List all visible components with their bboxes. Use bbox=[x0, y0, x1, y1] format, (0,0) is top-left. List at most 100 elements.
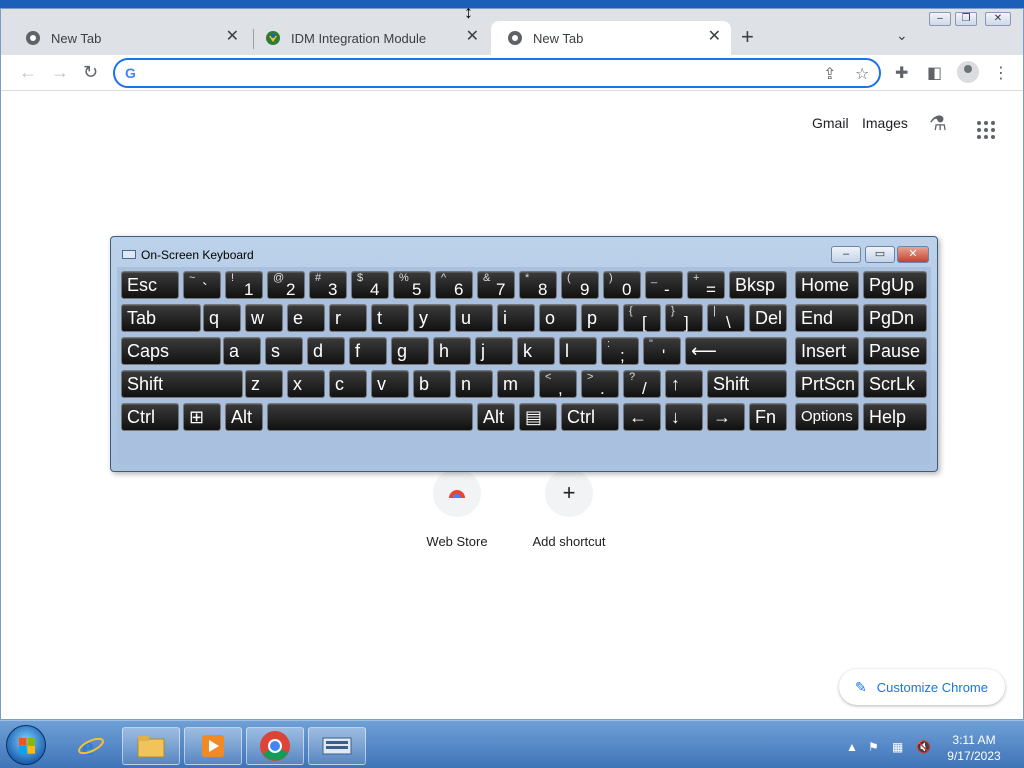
volume-muted-icon[interactable]: 🔇 bbox=[916, 740, 931, 754]
key[interactable]: Fn bbox=[749, 403, 787, 431]
key[interactable]: PgDn bbox=[863, 304, 927, 332]
key[interactable]: d bbox=[307, 337, 345, 365]
new-tab-button[interactable]: + bbox=[741, 26, 754, 48]
key[interactable]: Ctrl bbox=[121, 403, 179, 431]
key[interactable]: _ - bbox=[645, 271, 683, 299]
close-window-button[interactable]: ✕ bbox=[985, 12, 1011, 26]
apps-grid-icon[interactable] bbox=[977, 121, 995, 139]
key[interactable]: h bbox=[433, 337, 471, 365]
key[interactable]: → bbox=[707, 403, 745, 431]
key[interactable]: ~ ` bbox=[183, 271, 221, 299]
side-panel-icon[interactable]: ◧ bbox=[927, 63, 942, 83]
on-screen-keyboard-taskbar-icon[interactable] bbox=[308, 727, 366, 765]
key[interactable]: Shift bbox=[707, 370, 787, 398]
key[interactable]: $4 bbox=[351, 271, 389, 299]
key[interactable]: l bbox=[559, 337, 597, 365]
close-tab-icon[interactable]: ✕ bbox=[708, 29, 721, 45]
key[interactable]: ↑ bbox=[665, 370, 703, 398]
tab-new-tab-active[interactable]: New Tab ✕ bbox=[491, 21, 731, 55]
close-tab-icon[interactable]: ✕ bbox=[466, 29, 479, 45]
key[interactable]: Insert bbox=[795, 337, 859, 365]
key[interactable]: j bbox=[475, 337, 513, 365]
key[interactable]: :; bbox=[601, 337, 639, 365]
key[interactable]: Esc bbox=[121, 271, 179, 299]
key[interactable]: ! 1 bbox=[225, 271, 263, 299]
back-arrow-icon[interactable]: ← bbox=[19, 62, 37, 82]
key[interactable]: * 8 bbox=[519, 271, 557, 299]
key[interactable]: x bbox=[287, 370, 325, 398]
key[interactable]: Ctrl bbox=[561, 403, 619, 431]
reload-icon[interactable]: ↻ bbox=[83, 62, 98, 82]
key[interactable]: e bbox=[287, 304, 325, 332]
chevron-down-icon[interactable]: ⌄ bbox=[896, 27, 908, 44]
extensions-icon[interactable]: ✚ bbox=[895, 63, 908, 83]
key[interactable]: c bbox=[329, 370, 367, 398]
key[interactable]: y bbox=[413, 304, 451, 332]
key[interactable]: z bbox=[245, 370, 283, 398]
key[interactable]: ▤ bbox=[519, 403, 557, 431]
shortcut-web-store[interactable]: Web Store bbox=[407, 469, 507, 549]
key[interactable]: }] bbox=[665, 304, 703, 332]
media-player-icon[interactable] bbox=[184, 727, 242, 765]
key[interactable]: End bbox=[795, 304, 859, 332]
tab-new-tab-1[interactable]: New Tab ✕ bbox=[9, 21, 249, 55]
key[interactable]: ? / bbox=[623, 370, 661, 398]
key[interactable] bbox=[267, 403, 473, 431]
close-tab-icon[interactable]: ✕ bbox=[226, 29, 239, 45]
key[interactable]: PgUp bbox=[863, 271, 927, 299]
key[interactable]: Shift bbox=[121, 370, 243, 398]
key[interactable]: f bbox=[349, 337, 387, 365]
omnibox-input[interactable] bbox=[147, 63, 807, 83]
key[interactable]: >. bbox=[581, 370, 619, 398]
key[interactable]: (9 bbox=[561, 271, 599, 299]
key[interactable]: b bbox=[413, 370, 451, 398]
key[interactable]: #3 bbox=[309, 271, 347, 299]
star-icon[interactable]: ☆ bbox=[855, 64, 869, 84]
key[interactable]: o bbox=[539, 304, 577, 332]
forward-arrow-icon[interactable]: → bbox=[51, 62, 69, 82]
labs-icon[interactable]: ⚗ bbox=[929, 111, 947, 136]
key[interactable]: | \ bbox=[707, 304, 745, 332]
osk-minimize-button[interactable]: – bbox=[831, 246, 861, 263]
gmail-link[interactable]: Gmail bbox=[812, 115, 849, 131]
network-icon[interactable]: ▦ bbox=[892, 740, 903, 754]
file-explorer-icon[interactable] bbox=[122, 727, 180, 765]
key[interactable]: r bbox=[329, 304, 367, 332]
customize-chrome-button[interactable]: ✎ Customize Chrome bbox=[839, 669, 1005, 705]
key[interactable]: k bbox=[517, 337, 555, 365]
key[interactable]: {[ bbox=[623, 304, 661, 332]
key[interactable]: PrtScn bbox=[795, 370, 859, 398]
key[interactable]: ↓ bbox=[665, 403, 703, 431]
key[interactable]: Caps bbox=[121, 337, 221, 365]
key[interactable]: Alt bbox=[477, 403, 515, 431]
key[interactable]: ^ 6 bbox=[435, 271, 473, 299]
key[interactable]: Home bbox=[795, 271, 859, 299]
key[interactable]: w bbox=[245, 304, 283, 332]
key[interactable]: q bbox=[203, 304, 241, 332]
key[interactable]: t bbox=[371, 304, 409, 332]
key[interactable]: ← bbox=[623, 403, 661, 431]
action-center-icon[interactable]: ⚑ bbox=[868, 740, 879, 754]
key[interactable]: Options bbox=[795, 403, 859, 431]
key[interactable]: Bksp bbox=[729, 271, 787, 299]
key[interactable]: Pause bbox=[863, 337, 927, 365]
minimize-button[interactable]: – bbox=[929, 12, 951, 26]
key[interactable]: p bbox=[581, 304, 619, 332]
address-bar[interactable]: G ⇪ ☆ bbox=[113, 58, 881, 88]
key[interactable]: Del bbox=[749, 304, 787, 332]
key[interactable]: ⟵ bbox=[685, 337, 787, 365]
key[interactable]: i bbox=[497, 304, 535, 332]
menu-icon[interactable]: ⋮ bbox=[993, 63, 1009, 83]
key[interactable]: & 7 bbox=[477, 271, 515, 299]
start-button[interactable] bbox=[6, 725, 46, 765]
images-link[interactable]: Images bbox=[862, 115, 908, 131]
key[interactable]: @2 bbox=[267, 271, 305, 299]
chrome-taskbar-icon[interactable] bbox=[246, 727, 304, 765]
key[interactable]: % 5 bbox=[393, 271, 431, 299]
key[interactable]: m bbox=[497, 370, 535, 398]
osk-close-button[interactable]: ✕ bbox=[897, 246, 929, 263]
key[interactable]: <, bbox=[539, 370, 577, 398]
show-hidden-icons-icon[interactable]: ▲ bbox=[846, 740, 858, 754]
key[interactable]: a bbox=[223, 337, 261, 365]
key[interactable]: g bbox=[391, 337, 429, 365]
